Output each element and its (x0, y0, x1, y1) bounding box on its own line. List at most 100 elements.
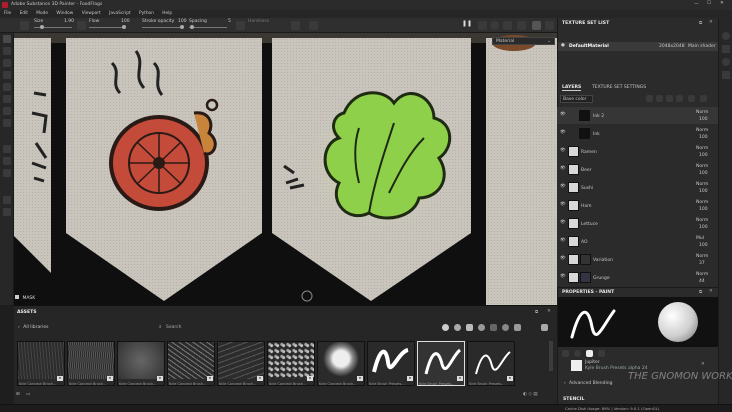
alpha-thumbnail[interactable] (571, 360, 582, 371)
asset-thumbnail[interactable]: B Kyle Concept Brush... (17, 341, 65, 386)
new-asset-icon[interactable]: ⊞ (16, 392, 20, 397)
bake-icon[interactable] (3, 145, 11, 153)
alpha-clear-icon[interactable]: ✕ (701, 362, 705, 367)
library-selector[interactable]: › All libraries (18, 325, 48, 330)
filter-filter-icon[interactable] (478, 324, 485, 331)
visible-eye-icon[interactable]: 👁 (560, 256, 566, 261)
visible-eye-icon[interactable]: 👁 (560, 274, 566, 279)
layer-opacity[interactable]: 37 (699, 261, 705, 266)
asset-thumbnail[interactable]: B Kyle Concept Brush... (117, 341, 165, 386)
layer-opacity[interactable]: 100 (699, 135, 708, 140)
projection-tool-icon[interactable] (3, 59, 11, 67)
minimize-button[interactable]: — (694, 2, 699, 7)
tab-texture-set-settings[interactable]: TEXTURE SET SETTINGS (592, 85, 646, 90)
asset-thumbnail[interactable]: B Kyle Concept Brush... (167, 341, 215, 386)
layer-opacity[interactable]: 100 (699, 225, 708, 230)
filter-particle-icon[interactable] (502, 324, 509, 331)
stroke-opacity-slider[interactable] (142, 27, 182, 28)
layer-row[interactable]: 👁 Ramen Norm 100 (557, 143, 718, 161)
flow-slider[interactable] (89, 27, 125, 28)
paint-mode-icon[interactable] (20, 21, 29, 30)
add-paint-layer-icon[interactable] (666, 95, 673, 102)
filter-texture-icon[interactable] (466, 324, 473, 331)
stencil-tab-icon[interactable] (586, 350, 593, 357)
export-icon[interactable] (3, 157, 11, 165)
layer-blend[interactable]: Mul (696, 236, 704, 241)
menu-python[interactable]: Python (139, 11, 154, 16)
filter-environment-icon[interactable] (514, 324, 521, 331)
smudge-tool-icon[interactable] (3, 83, 11, 91)
spacing-slider-handle[interactable] (190, 25, 194, 29)
layer-row[interactable]: 👁 Ham Norm 100 (557, 197, 718, 215)
assets-scrollbar[interactable] (549, 341, 553, 371)
layer-blend[interactable]: Norm (696, 164, 708, 169)
layer-blend[interactable]: Norm (696, 272, 708, 277)
material-tab-icon[interactable] (598, 350, 605, 357)
layer-opacity[interactable]: 100 (699, 189, 708, 194)
close-button[interactable]: ✕ (720, 1, 724, 6)
polygon-fill-icon[interactable] (3, 71, 11, 79)
asset-thumbnail[interactable]: B Kyle Brush Presets... (417, 341, 465, 386)
asset-thumbnail[interactable]: B Kyle Concept Brush... (267, 341, 315, 386)
texture-set-row[interactable]: ● DefaultMaterial 2048x2048 Main shader (558, 42, 719, 51)
settings-icon[interactable] (3, 169, 11, 177)
brush-view-icon[interactable] (532, 21, 541, 30)
log-icon[interactable] (722, 71, 730, 79)
menu-mode[interactable]: Mode (36, 11, 48, 16)
thumbnail-size-slider[interactable]: ◐ ◇ ▤ (523, 392, 538, 397)
advanced-blending-chevron-icon[interactable]: › (564, 381, 566, 386)
asset-thumbnail[interactable]: B Kyle Concept Brush... (67, 341, 115, 386)
visible-eye-icon[interactable]: 👁 (560, 130, 566, 135)
screenshot-icon[interactable] (545, 21, 554, 30)
layer-blend[interactable]: Norm (696, 182, 708, 187)
stroke-opacity-slider-handle[interactable] (180, 25, 184, 29)
size-slider-handle[interactable] (40, 25, 44, 29)
texture-set-list-icon[interactable] (722, 32, 730, 40)
material-dropdown[interactable]: Material ⌄ (492, 37, 555, 45)
history-icon[interactable] (3, 196, 11, 204)
layer-blend[interactable]: Norm (696, 128, 708, 133)
layer-row[interactable]: 👁 Ink Norm 100 (557, 125, 718, 143)
symmetry-icon[interactable] (291, 21, 300, 30)
panel-float-icon[interactable]: ⧉ (535, 309, 538, 315)
layer-row[interactable]: 👁 Grunge Norm 44 (557, 269, 718, 287)
layer-row[interactable]: 👁 Beer Norm 100 (557, 161, 718, 179)
layer-blend[interactable]: Norm (696, 218, 708, 223)
search-box[interactable]: ⌕ Search (159, 324, 279, 332)
asset-thumbnail[interactable]: B Kyle Concept Brush... (317, 341, 365, 386)
layer-row[interactable]: 👁 Variation Norm 37 (557, 251, 718, 269)
add-effect-icon[interactable] (646, 95, 653, 102)
layer-blend[interactable]: Norm (696, 200, 708, 205)
menu-edit[interactable]: Edit (20, 11, 28, 16)
layer-opacity[interactable]: 100 (699, 117, 708, 122)
sphere-view-icon[interactable] (490, 21, 499, 30)
shelf-icon[interactable] (3, 208, 11, 216)
filter-smart-material-icon[interactable] (454, 324, 461, 331)
paint-tool-icon[interactable] (3, 35, 11, 43)
folder-icon[interactable]: ▭ (26, 392, 30, 397)
menu-window[interactable]: Window (56, 11, 73, 16)
layer-row[interactable]: 👁 Ink 2 Norm 100 (557, 107, 718, 125)
add-fill-layer-icon[interactable] (676, 95, 683, 102)
visible-eye-icon[interactable]: 👁 (560, 184, 566, 189)
advanced-blending-label[interactable]: Advanced Blending (569, 381, 612, 386)
viewport[interactable]: Material ⌄ MASK (14, 33, 557, 305)
visible-eye-icon[interactable]: 👁 (560, 220, 566, 225)
color-picker-icon[interactable] (3, 107, 11, 115)
geometry-mask-icon[interactable] (3, 119, 11, 127)
asset-thumbnail[interactable]: B Kyle Brush Presets... (467, 341, 515, 386)
display-settings-icon[interactable] (722, 45, 730, 53)
maximize-button[interactable]: ☐ (707, 1, 711, 6)
layer-blend[interactable]: Norm (696, 146, 708, 151)
alpha-tab-icon[interactable] (574, 350, 581, 357)
layer-row[interactable]: 👁 AO Mul 100 (557, 233, 718, 251)
panel-float-icon[interactable]: ⧉ (699, 289, 702, 295)
menu-help[interactable]: Help (162, 11, 172, 16)
add-folder-icon[interactable] (688, 95, 695, 102)
search-input[interactable]: Search (166, 325, 181, 330)
panel-close-icon[interactable]: ✕ (547, 309, 551, 314)
camera-view-icon[interactable] (478, 21, 487, 30)
menu-file[interactable]: File (4, 11, 11, 16)
menu-javascript[interactable]: JavaScript (109, 11, 131, 16)
panel-close-icon[interactable]: ✕ (709, 20, 713, 25)
